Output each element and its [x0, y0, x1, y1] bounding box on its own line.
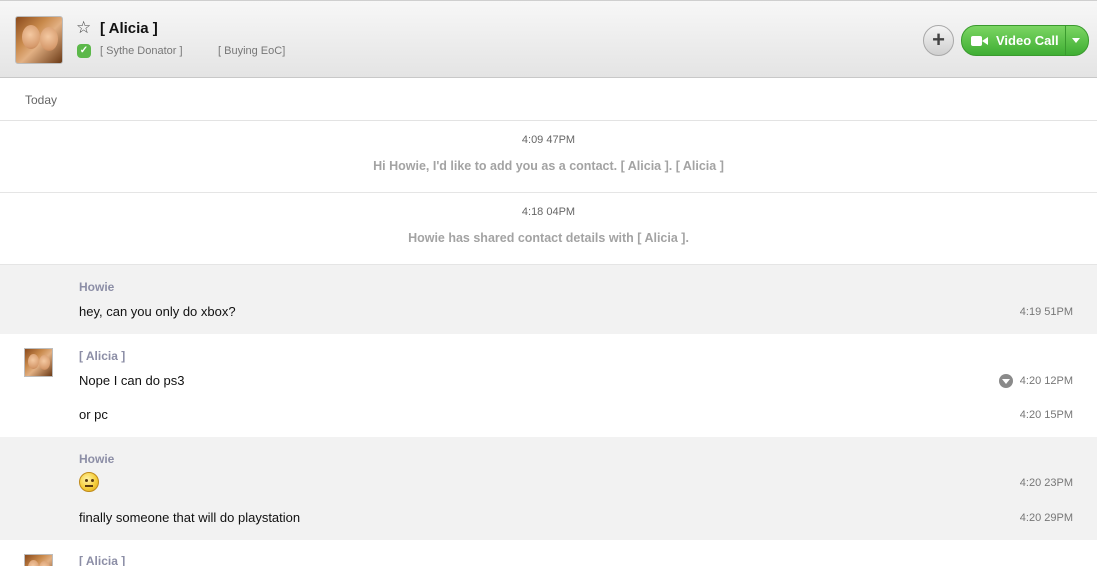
online-status-icon: ✓ — [77, 44, 91, 58]
contact-name[interactable]: [ Alicia ] — [100, 20, 158, 37]
message-sender[interactable]: Howie — [79, 452, 114, 466]
video-call-dropdown-icon[interactable] — [1072, 38, 1080, 43]
video-call-button[interactable]: Video Call — [961, 25, 1089, 56]
message-time: 4:20 15PM — [1019, 409, 1073, 421]
add-participants-button[interactable]: + — [923, 25, 954, 56]
mood-message: [ Sythe Donator ] — [100, 45, 183, 57]
message-time: 4:20 12PM — [1019, 375, 1073, 387]
message-group: [ Alicia ] — [0, 540, 1097, 566]
message-options-icon[interactable] — [999, 374, 1013, 388]
message-group: Howie hey, can you only do xbox? 4:19 51… — [0, 265, 1097, 334]
system-message-time: 4:09 47PM — [521, 134, 576, 146]
message-text[interactable]: Nope I can do ps3 — [79, 373, 185, 388]
video-call-divider — [1065, 26, 1066, 55]
message-text[interactable]: hey, can you only do xbox? — [79, 304, 236, 319]
system-message: 4:18 04PM Howie has shared contact detai… — [0, 193, 1097, 265]
message-sender[interactable]: [ Alicia ] — [79, 554, 125, 566]
neutral-face-emoticon-icon[interactable] — [79, 472, 99, 492]
favorite-star-icon[interactable]: ☆ — [76, 19, 91, 36]
sender-avatar[interactable] — [24, 348, 53, 377]
message-text[interactable]: finally someone that will do playstation — [79, 510, 300, 525]
video-call-label: Video Call — [996, 33, 1059, 48]
contact-avatar[interactable] — [15, 16, 63, 64]
video-camera-icon — [971, 36, 989, 46]
message-sender[interactable]: Howie — [79, 280, 114, 294]
message-time: 4:20 23PM — [1019, 477, 1073, 489]
system-message-text: Howie has shared contact details with [ … — [408, 231, 689, 245]
message-sender[interactable]: [ Alicia ] — [79, 349, 125, 363]
message-group: Howie 4:20 23PM finally someone that wil… — [0, 437, 1097, 540]
system-message-time: 4:18 04PM — [521, 206, 576, 218]
system-message: 4:09 47PM Hi Howie, I'd like to add you … — [0, 121, 1097, 193]
date-label: Today — [25, 93, 58, 107]
location-message: [ Buying EoC] — [218, 45, 286, 57]
message-time: 4:19 51PM — [1019, 306, 1073, 318]
sender-avatar[interactable] — [24, 554, 53, 566]
message-text[interactable]: or pc — [79, 407, 108, 422]
message-group: [ Alicia ] Nope I can do ps3 4:20 12PM o… — [0, 334, 1097, 437]
message-time: 4:20 29PM — [1019, 512, 1073, 524]
date-separator: Today — [0, 79, 1097, 121]
system-message-text: Hi Howie, I'd like to add you as a conta… — [373, 159, 724, 173]
conversation-header: ☆ [ Alicia ] ✓ [ Sythe Donator ] [ Buyin… — [0, 0, 1097, 78]
